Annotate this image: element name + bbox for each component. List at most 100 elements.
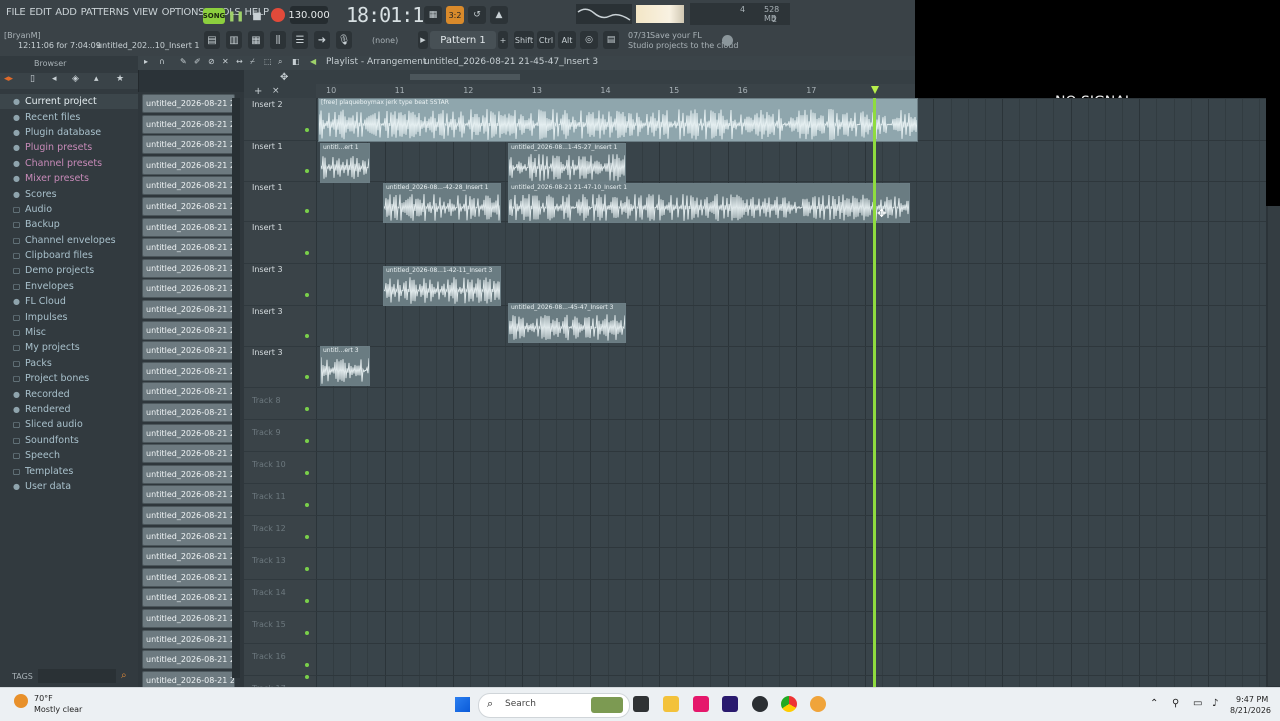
track-mute-icon[interactable] <box>305 128 309 132</box>
browser-star-icon[interactable]: ★ <box>116 74 124 84</box>
news-close-icon[interactable] <box>722 35 733 46</box>
channel-button[interactable]: untitled_2026-08-21 21- <box>142 444 235 464</box>
channel-button[interactable]: untitled_2026-08-21 21- <box>142 94 235 113</box>
browser-item[interactable]: ● Channel presets <box>0 156 138 171</box>
news-line1[interactable]: Save your FL <box>650 31 702 40</box>
playhead[interactable] <box>873 98 876 687</box>
track-header[interactable]: Track 13 <box>244 547 316 580</box>
track-name[interactable]: Track 9 <box>252 428 281 437</box>
fl-studio-icon[interactable] <box>810 696 826 712</box>
windows-start-icon[interactable] <box>455 697 470 712</box>
audio-input-button[interactable]: 🎙 <box>336 31 352 49</box>
channel-button[interactable]: untitled_2026-08-21 21- <box>142 238 235 258</box>
blend-recording-button[interactable]: ↺ <box>468 6 486 24</box>
record-button[interactable] <box>271 8 285 22</box>
channel-button[interactable]: untitled_2026-08-21 21- <box>142 506 235 525</box>
playlist-menu-icon[interactable]: ▸ <box>144 57 148 66</box>
weather-icon[interactable] <box>14 694 28 708</box>
browser-toggle-button[interactable]: ☰ <box>292 31 308 49</box>
typing-keyboard-button[interactable]: ▦ <box>424 6 442 24</box>
channel-button[interactable]: untitled_2026-08-21 21- <box>142 629 235 649</box>
track-header[interactable]: Insert 3 <box>244 346 316 388</box>
countdown-button[interactable]: 3:2 <box>446 6 464 24</box>
browser-item[interactable]: ▢ Audio <box>0 202 138 217</box>
channel-button[interactable]: untitled_2026-08-21 21- <box>142 341 235 361</box>
channel-list-scrollbar[interactable] <box>232 98 240 678</box>
track-header[interactable]: Track 15 <box>244 611 316 644</box>
channel-button[interactable]: untitled_2026-08-21 21- <box>142 300 235 319</box>
channel-button[interactable]: untitled_2026-08-21 21- <box>142 547 235 567</box>
playhead-marker-icon[interactable] <box>871 86 879 94</box>
audio-clip[interactable]: untitled_2026-08...-42-28_Insert 1 <box>383 183 501 223</box>
browser-item[interactable]: ● Mixer presets <box>0 171 138 186</box>
pause-button[interactable]: ❚❚ <box>228 7 245 25</box>
browser-file-icon[interactable]: ▯ <box>30 74 35 84</box>
volume-icon[interactable]: ♪ <box>1212 698 1218 709</box>
shift-key-button[interactable]: Shift <box>514 31 534 49</box>
track-mute-icon[interactable] <box>305 631 309 635</box>
track-mute-icon[interactable] <box>305 471 309 475</box>
channel-button[interactable]: untitled_2026-08-21 21- <box>142 361 235 381</box>
track-mute-icon[interactable] <box>305 439 309 443</box>
channel-button[interactable]: untitled_2026-08-21 21- <box>142 217 235 237</box>
track-header[interactable]: Insert 1 <box>244 181 316 222</box>
magnet-icon[interactable]: ∩ <box>159 57 165 66</box>
menu-options[interactable]: OPTIONS <box>160 4 207 24</box>
song-mode-button[interactable]: SONG <box>203 8 225 24</box>
channel-button[interactable]: untitled_2026-08-21 21- <box>142 258 235 278</box>
browser-item[interactable]: ● Plugin presets <box>0 140 138 155</box>
track-mute-icon[interactable] <box>305 567 309 571</box>
browser-item[interactable]: ● Plugin database <box>0 125 138 140</box>
browser-options-icon[interactable]: ◂▸ <box>4 74 13 84</box>
weather-desc[interactable]: Mostly clear <box>34 705 82 714</box>
channel-button[interactable]: untitled_2026-08-21 21- <box>142 588 235 608</box>
track-mute-icon[interactable] <box>305 334 309 338</box>
track-name[interactable]: Insert 3 <box>252 265 283 274</box>
track-mute-icon[interactable] <box>305 663 309 667</box>
track-mute-icon[interactable] <box>305 599 309 603</box>
track-mute-icon[interactable] <box>305 675 309 679</box>
slice-tool-icon[interactable]: ⌿ <box>250 57 255 67</box>
track-name[interactable]: Insert 1 <box>252 223 283 232</box>
channel-button[interactable]: untitled_2026-08-21 21- <box>142 320 235 340</box>
menu-view[interactable]: VIEW <box>131 4 160 24</box>
premiere-icon[interactable] <box>722 696 738 712</box>
mute-tool-icon[interactable]: ✕ <box>222 57 229 66</box>
track-header[interactable]: Insert 3 <box>244 305 316 347</box>
browser-up-icon[interactable]: ▴ <box>94 74 99 84</box>
channel-button[interactable]: untitled_2026-08-21 21- <box>142 567 235 587</box>
add-track-icon[interactable]: + <box>254 86 262 97</box>
browser-item[interactable]: ● Scores <box>0 186 138 201</box>
playlist-grid[interactable]: [free] plaqueboymax jerk type beat 5STAR… <box>316 98 1266 687</box>
playback-tool-icon[interactable]: ◧ <box>292 57 300 66</box>
browser-item[interactable]: ● Recent files <box>0 109 138 124</box>
browser-item[interactable]: ▢ Backup <box>0 217 138 232</box>
track-header[interactable]: Track 12 <box>244 515 316 548</box>
clock-time[interactable]: 9:47 PM <box>1236 695 1268 704</box>
mixer-button[interactable]: ⫼ <box>270 31 286 49</box>
channel-button[interactable]: untitled_2026-08-21 21- <box>142 526 235 546</box>
track-header[interactable]: Track 8 <box>244 387 316 420</box>
track-header[interactable]: Track 11 <box>244 483 316 516</box>
track-mute-icon[interactable] <box>305 503 309 507</box>
audio-clip[interactable]: untitled_2026-08...1-45-27_Insert 1 <box>508 143 626 183</box>
browser-item[interactable]: ▢ Sliced audio <box>0 417 138 432</box>
tempo-display[interactable]: 130.000 <box>288 6 330 24</box>
audio-clip[interactable]: untitled_2026-08...1-42-11_Insert 3 <box>383 266 501 306</box>
track-name[interactable]: Track 15 <box>252 620 286 629</box>
channel-button[interactable]: untitled_2026-08-21 21- <box>142 114 235 134</box>
audio-clip[interactable]: untitl...ert 3 <box>320 346 370 386</box>
channel-rack-button[interactable]: ▦ <box>248 31 264 49</box>
file-explorer-icon[interactable] <box>663 696 679 712</box>
slip-tool-icon[interactable]: ↔ <box>236 57 243 66</box>
channel-button[interactable]: untitled_2026-08-21 21- <box>142 423 235 443</box>
browser-item[interactable]: ▢ Impulses <box>0 309 138 324</box>
snap-selector[interactable]: (none) <box>372 36 398 45</box>
channel-button[interactable]: untitled_2026-08-21 21- <box>142 403 235 422</box>
browser-item[interactable]: ▢ Channel envelopes <box>0 233 138 248</box>
browser-item[interactable]: ▢ Project bones <box>0 371 138 386</box>
pattern-prev-button[interactable]: ▶ <box>418 31 428 49</box>
track-name[interactable]: Track 10 <box>252 460 286 469</box>
browser-item[interactable]: ● Recorded <box>0 386 138 401</box>
clock-date[interactable]: 8/21/2026 <box>1230 706 1271 715</box>
